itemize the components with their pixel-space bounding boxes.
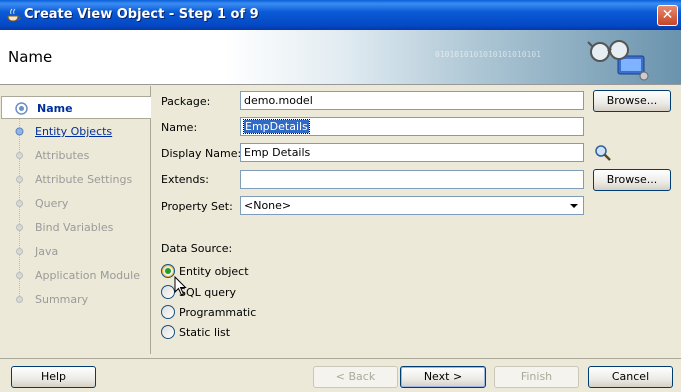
property-set-value: <None> [244, 199, 292, 212]
glasses-monitor-icon [587, 40, 649, 81]
data-source-label: Data Source: [161, 242, 233, 255]
name-field-selected-text: EmpDetails [243, 119, 310, 134]
extends-label: Extends: [161, 173, 209, 186]
step-dot-icon [16, 224, 23, 231]
window-title: Create View Object - Step 1 of 9 [24, 7, 259, 22]
nav-label-entity-objects: Entity Objects [35, 125, 113, 138]
close-icon: ✕ [661, 7, 674, 23]
radio-label-programmatic: Programmatic [179, 306, 257, 319]
wizard-steps-nav: Name Entity Objects Attributes Attribute… [0, 86, 151, 354]
nav-label-application-module: Application Module [35, 269, 140, 282]
nav-item-java[interactable]: Java [0, 240, 150, 263]
nav-item-summary[interactable]: Summary [0, 288, 150, 311]
display-name-label: Display Name: [161, 147, 242, 160]
radio-static-list[interactable] [161, 325, 175, 339]
nav-item-attribute-settings[interactable]: Attribute Settings [0, 168, 150, 191]
step-dot-icon [16, 176, 23, 183]
nav-label-name: Name [37, 102, 73, 115]
step-dot-icon [16, 296, 23, 303]
nav-item-attributes[interactable]: Attributes [0, 144, 150, 167]
help-button[interactable]: Help [11, 366, 96, 388]
step-dot-icon [16, 272, 23, 279]
radio-entity-object[interactable] [161, 264, 175, 278]
dialog-window: Create View Object - Step 1 of 9 ✕ Name … [0, 0, 681, 392]
package-label: Package: [161, 95, 211, 108]
footer-separator [0, 358, 681, 359]
nav-item-query[interactable]: Query [0, 192, 150, 215]
page-title: Name [8, 48, 53, 66]
radio-programmatic[interactable] [161, 305, 175, 319]
name-label: Name: [161, 121, 198, 134]
nav-label-bind-variables: Bind Variables [35, 221, 114, 234]
nav-label-java: Java [35, 245, 59, 258]
nav-label-attributes: Attributes [35, 149, 90, 162]
nav-item-bind-variables[interactable]: Bind Variables [0, 216, 150, 239]
jdeveloper-icon [7, 8, 21, 22]
package-browse-button[interactable]: Browse... [593, 90, 671, 112]
wizard-header: Name 0101010101010101010101 [0, 30, 681, 85]
next-button[interactable]: Next > [400, 366, 486, 388]
chevron-down-icon[interactable] [567, 198, 581, 213]
nav-label-attribute-settings: Attribute Settings [35, 173, 133, 186]
radio-label-static-list: Static list [179, 326, 231, 339]
header-binary-decoration: 0101010101010101010101 [435, 50, 541, 59]
radio-label-entity-object: Entity object [179, 265, 249, 278]
name-field[interactable]: EmpDetails [240, 117, 584, 136]
extends-browse-button[interactable]: Browse... [593, 169, 671, 191]
title-bar[interactable]: Create View Object - Step 1 of 9 ✕ [0, 0, 681, 30]
cancel-button[interactable]: Cancel [588, 366, 673, 388]
property-set-dropdown[interactable]: <None> [240, 196, 584, 215]
nav-label-summary: Summary [35, 293, 89, 306]
extends-field[interactable] [240, 170, 584, 189]
display-name-field[interactable]: Emp Details [240, 143, 584, 162]
visited-step-icon [15, 127, 24, 136]
nav-label-query: Query [35, 197, 69, 210]
step-dot-icon [16, 200, 23, 207]
step-dot-icon [16, 248, 23, 255]
package-field[interactable]: demo.model [240, 91, 584, 110]
step-dot-icon [16, 152, 23, 159]
nav-item-application-module[interactable]: Application Module [0, 264, 150, 287]
finish-button[interactable]: Finish [494, 366, 579, 388]
mouse-cursor-icon [174, 276, 187, 296]
current-step-icon [15, 102, 28, 115]
nav-item-name[interactable]: Name [1, 96, 151, 119]
close-button[interactable]: ✕ [657, 5, 678, 26]
radio-sql-query[interactable] [161, 285, 175, 299]
search-icon[interactable] [594, 144, 612, 162]
property-set-label: Property Set: [161, 200, 233, 213]
nav-item-entity-objects[interactable]: Entity Objects [0, 120, 150, 143]
back-button[interactable]: < Back [313, 366, 398, 388]
